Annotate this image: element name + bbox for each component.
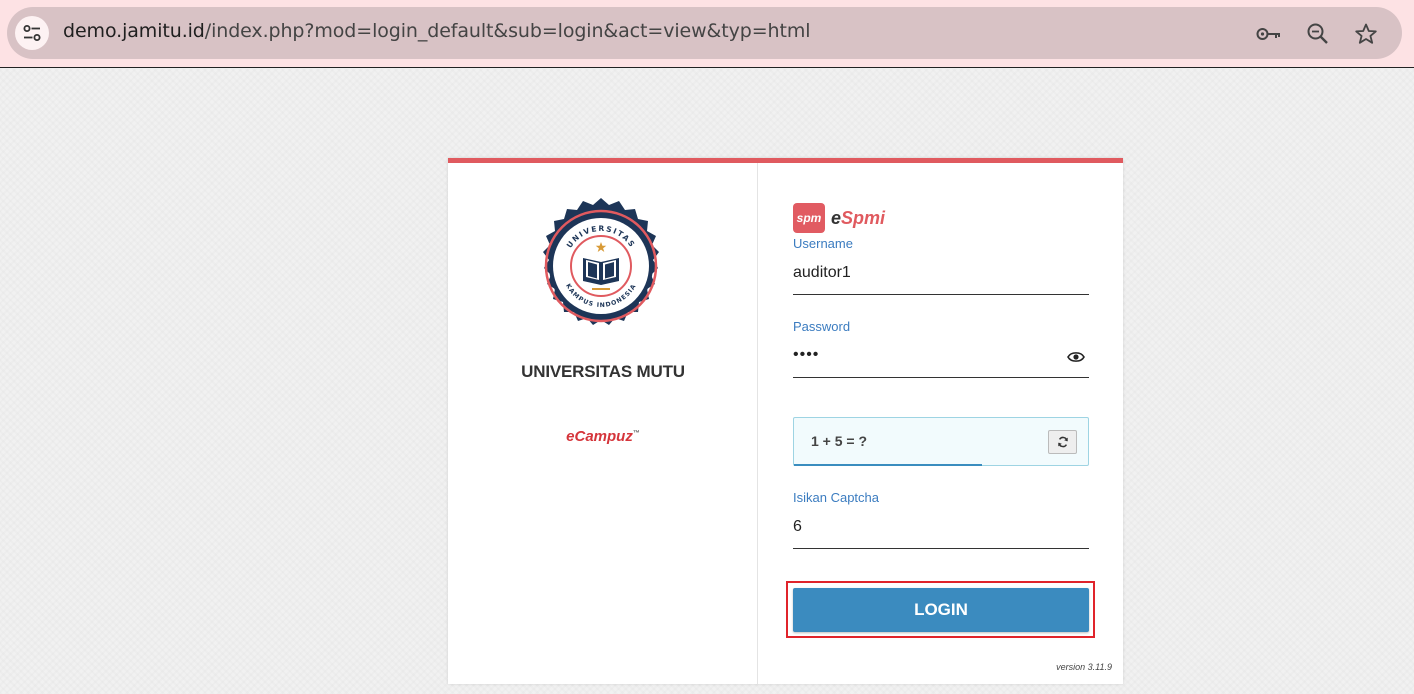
password-input[interactable]: •••• (793, 346, 819, 364)
login-card: UNIVERSITAS KAMPUS INDONESIA UNIVERSITAS… (448, 158, 1123, 684)
captcha-underline (793, 548, 1089, 549)
url-path: /index.php?mod=login_default&sub=login&a… (204, 20, 811, 42)
username-underline (793, 294, 1089, 295)
refresh-captcha-button[interactable] (1048, 430, 1077, 454)
captcha-label: Isikan Captcha (793, 490, 879, 505)
password-underline (793, 377, 1089, 378)
university-seal-logo: UNIVERSITAS KAMPUS INDONESIA (543, 198, 659, 325)
university-name: UNIVERSITAS MUTU (521, 362, 685, 381)
password-label: Password (793, 319, 851, 334)
captcha-input[interactable]: 6 (793, 518, 802, 536)
zoom-icon[interactable] (1305, 21, 1331, 47)
username-label: Username (793, 236, 853, 251)
captcha-timer-bar (794, 464, 983, 466)
password-key-icon[interactable] (1256, 21, 1282, 47)
ecampuz-logo-text: eCampuz (566, 428, 633, 445)
username-input[interactable]: auditor1 (793, 264, 851, 282)
address-bar[interactable]: demo.jamitu.id/index.php?mod=login_defau… (7, 7, 1402, 59)
espmi-wordmark: eSpmi (831, 208, 885, 229)
version-text: version 3.11.9 (1056, 662, 1112, 672)
trademark-mark: ™ (632, 430, 640, 437)
espmi-prefix: e (831, 207, 842, 228)
captcha-question: 1 + 5 = ? (811, 433, 868, 449)
url-host: demo.jamitu.id (63, 20, 205, 42)
university-panel: UNIVERSITAS KAMPUS INDONESIA UNIVERSITAS… (448, 163, 758, 684)
login-button[interactable]: LOGIN (793, 588, 1089, 632)
refresh-icon (1057, 436, 1068, 448)
espmi-logo: spm eSpmi (793, 203, 885, 233)
spm-badge: spm (793, 203, 825, 233)
ecampuz-logo: eCampuz™ (448, 428, 758, 445)
show-password-eye-icon[interactable] (1067, 350, 1085, 364)
login-form: spm eSpmi Username auditor1 Password •••… (759, 163, 1123, 684)
espmi-suffix: Spmi (841, 207, 886, 228)
bookmark-star-icon[interactable] (1353, 21, 1379, 47)
browser-toolbar: demo.jamitu.id/index.php?mod=login_defau… (0, 0, 1414, 68)
site-info-icon[interactable] (15, 16, 49, 50)
url-text[interactable]: demo.jamitu.id/index.php?mod=login_defau… (63, 20, 811, 42)
captcha-panel: 1 + 5 = ? (793, 417, 1089, 466)
